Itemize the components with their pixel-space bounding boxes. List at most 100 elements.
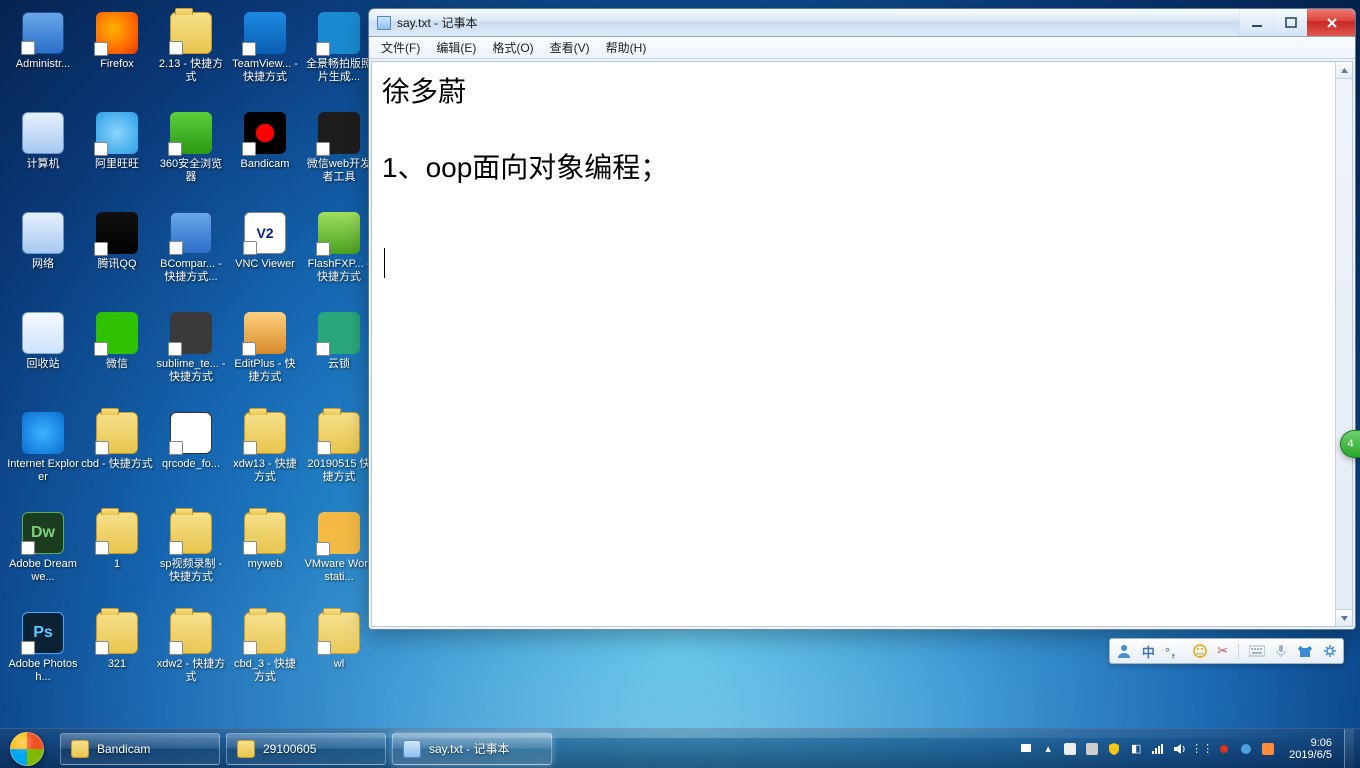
close-button[interactable] [1307,9,1355,36]
desktop-icon[interactable]: Firefox [80,6,154,106]
folder-icon [244,412,286,454]
tray-volume-icon[interactable] [1173,742,1187,756]
desktop-icon-label: xdw13 - 快捷方式 [229,458,301,484]
desktop-icon[interactable]: 微信 [80,306,154,406]
ime-skin-icon[interactable] [1297,644,1313,658]
tray-shield-icon[interactable] [1107,742,1121,756]
menu-edit[interactable]: 编辑(E) [428,37,484,58]
scroll-track[interactable] [1336,79,1352,609]
menu-format[interactable]: 格式(O) [484,37,541,58]
desktop-icon[interactable]: xdw13 - 快捷方式 [228,406,302,506]
desktop-icon[interactable]: 阿里旺旺 [80,106,154,206]
ps-icon: Ps [22,612,64,654]
show-desktop-button[interactable] [1344,729,1354,768]
desktop-icon[interactable]: FlashFXP... - 快捷方式 [302,206,376,306]
tray-flag-icon[interactable] [1019,742,1033,756]
tray-app1-icon[interactable] [1063,742,1077,756]
vertical-scrollbar[interactable] [1335,62,1352,626]
desktop-icon[interactable]: 微信web开发者工具 [302,106,376,206]
window-controls [1239,9,1355,36]
taskbar-button[interactable]: Bandicam [60,733,220,765]
tray-app5-icon[interactable] [1261,742,1275,756]
desktop-icon-label: Adobe Photosh... [7,658,79,684]
desktop-icon[interactable]: 360安全浏览器 [154,106,228,206]
tray-app2-icon[interactable] [1085,742,1099,756]
desktop-icon-label: xdw2 - 快捷方式 [155,658,227,684]
tray-rec-icon[interactable] [1217,742,1231,756]
ime-keyboard-icon[interactable] [1249,645,1265,657]
folder-icon [318,612,360,654]
tray-app4-icon[interactable] [1239,742,1253,756]
desktop-icons-grid: Administr...Firefox2.13 - 快捷方式TeamView..… [6,6,376,706]
desktop-icon[interactable]: 腾讯QQ [80,206,154,306]
desktop-icon[interactable]: cbd - 快捷方式 [80,406,154,506]
desktop-icon-label: cbd - 快捷方式 [81,458,153,471]
ime-emoji-icon[interactable] [1193,644,1207,658]
menu-help[interactable]: 帮助(H) [598,37,655,58]
desktop-icon[interactable]: xdw2 - 快捷方式 [154,606,228,706]
desktop-icon[interactable]: Administr... [6,6,80,106]
desktop-icon[interactable]: 云锁 [302,306,376,406]
text-editor[interactable]: 徐多蔚 1、oop面向对象编程； [371,61,1353,627]
menu-view[interactable]: 查看(V) [542,37,598,58]
ime-settings-icon[interactable] [1323,644,1337,658]
taskbar-button[interactable]: say.txt - 记事本 [392,733,552,765]
desktop-icon[interactable]: Dw Adobe Dreamwe... [6,506,80,606]
ime-punct-icon[interactable]: °， [1165,642,1183,661]
titlebar[interactable]: say.txt - 记事本 [369,9,1355,37]
desktop-icon[interactable]: sublime_te... - 快捷方式 [154,306,228,406]
ime-lang-zh[interactable]: 中 [1142,642,1155,661]
desktop: Administr...Firefox2.13 - 快捷方式TeamView..… [0,0,1360,768]
desktop-icon[interactable]: EditPlus - 快捷方式 [228,306,302,406]
tray-clock[interactable]: 9:06 2019/6/5 [1289,737,1332,761]
desktop-icon-label: BCompar... - 快捷方式... [155,258,227,284]
folder-icon [244,612,286,654]
text-line-2: 1、oop面向对象编程； [382,148,1329,188]
desktop-icon-label: Adobe Dreamwe... [7,558,79,584]
scroll-up-button[interactable] [1336,62,1352,79]
maximize-button[interactable] [1273,9,1307,36]
scroll-down-button[interactable] [1336,609,1352,626]
menu-file[interactable]: 文件(F) [373,37,428,58]
desktop-icon[interactable]: 20190515 快捷方式 [302,406,376,506]
app-generic-icon [170,212,212,254]
desktop-icon[interactable]: Ps Adobe Photosh... [6,606,80,706]
dw-icon: Dw [22,512,64,554]
minimize-button[interactable] [1239,9,1273,36]
taskbar-button[interactable]: 29100605 [226,733,386,765]
desktop-icon[interactable]: 2.13 - 快捷方式 [154,6,228,106]
desktop-icon[interactable]: sp视频录制 - 快捷方式 [154,506,228,606]
desktop-icon[interactable]: qrcode_fo... [154,406,228,506]
desktop-icon[interactable]: cbd_3 - 快捷方式 [228,606,302,706]
desktop-icon[interactable]: 网络 [6,206,80,306]
desktop-icon[interactable]: V2VNC Viewer [228,206,302,306]
desktop-icon[interactable]: Internet Explorer [6,406,80,506]
tray-app3-icon[interactable]: ◧ [1129,742,1143,756]
desktop-icon[interactable]: 全景畅拍版照片生成... [302,6,376,106]
desktop-icon[interactable]: 1 [80,506,154,606]
start-button[interactable] [0,729,54,768]
desktop-icon[interactable]: myweb [228,506,302,606]
desktop-icon[interactable]: 计算机 [6,106,80,206]
desktop-icon-label: 云锁 [328,358,350,371]
side-badge[interactable]: 4 [1340,430,1360,458]
pano-icon [318,12,360,54]
desktop-icon[interactable]: 回收站 [6,306,80,406]
ime-person-icon[interactable] [1116,643,1132,659]
ime-mic-icon[interactable] [1275,644,1287,658]
desktop-icon[interactable]: TeamView... - 快捷方式 [228,6,302,106]
tray-signal-icon[interactable]: ⋮⋮ [1195,742,1209,756]
desktop-icon-label: myweb [248,558,283,571]
taskbar-button-label: say.txt - 记事本 [429,740,509,757]
notepad-icon [403,740,421,758]
desktop-icon[interactable]: BCompar... - 快捷方式... [154,206,228,306]
tray-network-icon[interactable] [1151,742,1165,756]
desktop-icon[interactable]: VMware Workstati... [302,506,376,606]
ime-scissors-icon[interactable]: ✂ [1217,643,1228,659]
desktop-icon[interactable]: Bandicam [228,106,302,206]
desktop-icon[interactable]: wl [302,606,376,706]
tray-up-icon[interactable]: ▴ [1041,742,1055,756]
desktop-icon[interactable]: 321 [80,606,154,706]
ime-toolbar[interactable]: 中 °， ✂ [1109,638,1344,664]
taskbar-button-label: Bandicam [97,742,150,756]
